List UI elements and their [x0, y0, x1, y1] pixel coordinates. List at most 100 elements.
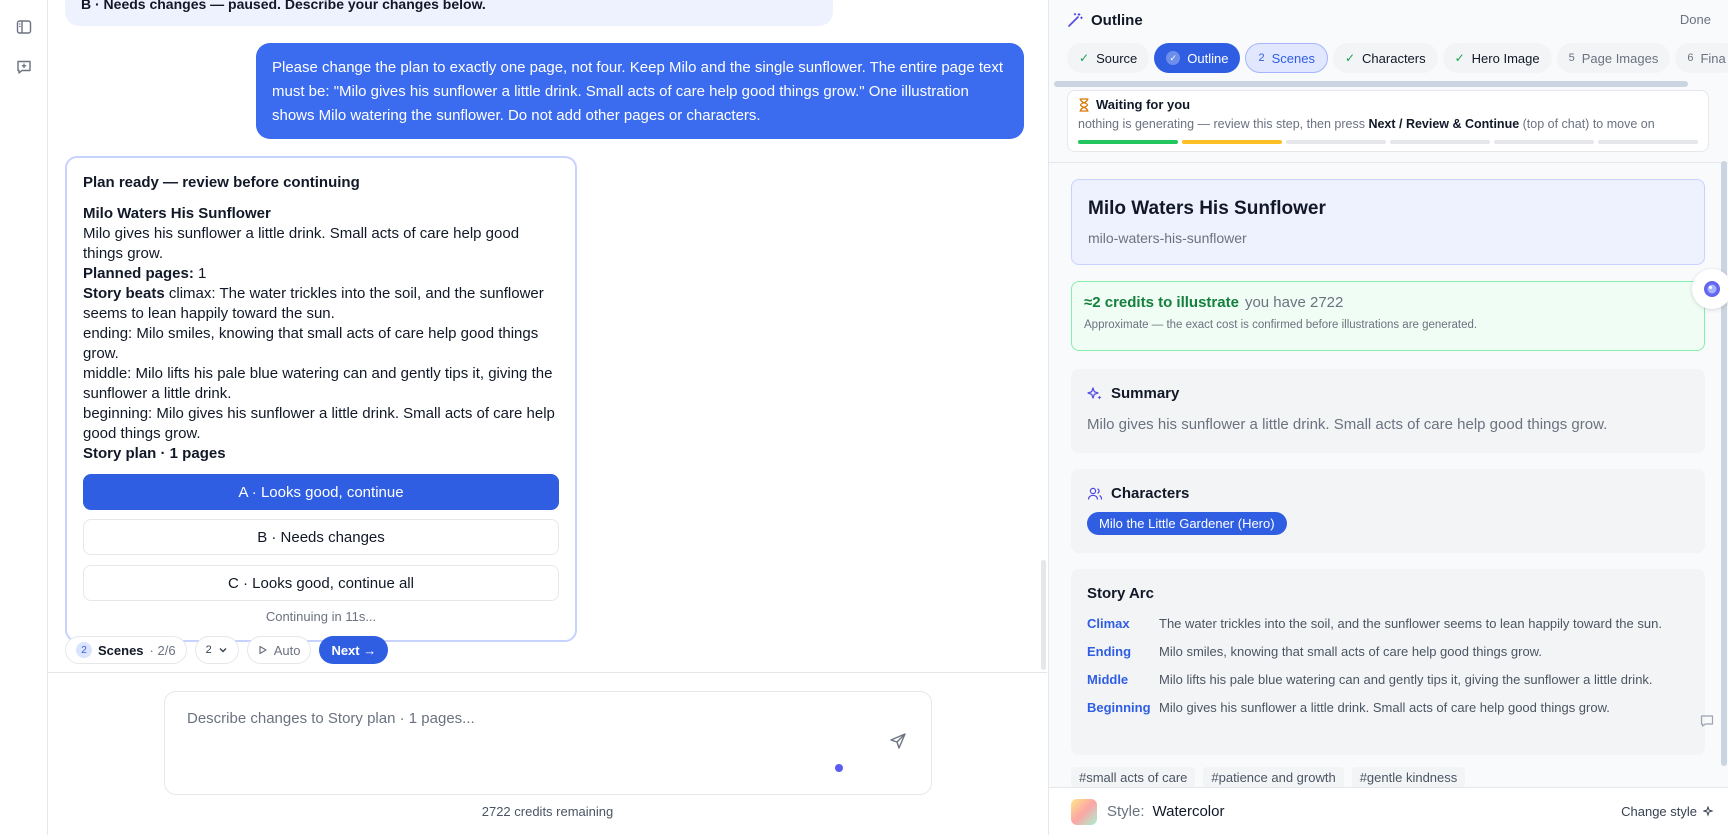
- plan-summary: Milo gives his sunflower a little drink.…: [83, 225, 520, 262]
- scenes-step-pill[interactable]: 2 Scenes · 2/6: [65, 636, 187, 664]
- send-button[interactable]: [889, 732, 909, 752]
- check-icon: ✓: [1454, 51, 1465, 65]
- tab-page-images[interactable]: 5 Page Images: [1556, 43, 1671, 73]
- plan-card: Plan ready — review before continuing Mi…: [65, 156, 577, 642]
- story-arc-heading: Story Arc: [1087, 585, 1154, 602]
- check-icon: ✓: [1079, 51, 1090, 65]
- tab-scenes[interactable]: 2 Scenes: [1245, 43, 1328, 73]
- progress-segment: [1598, 140, 1698, 144]
- send-icon: [890, 733, 906, 749]
- outline-scrollbar[interactable]: [1721, 161, 1727, 766]
- arc-text: Milo lifts his pale blue watering can an…: [1159, 672, 1653, 687]
- progress-segments: [1078, 140, 1698, 144]
- tab-characters[interactable]: ✓ Characters: [1332, 43, 1438, 73]
- auto-label: Auto: [273, 642, 301, 658]
- option-c-button[interactable]: C · Looks good, continue all: [83, 565, 559, 601]
- style-bar: Style: Watercolor Change style: [1049, 787, 1728, 835]
- tag[interactable]: #patience and growth: [1203, 767, 1344, 787]
- tab-scenes-label: Scenes: [1271, 50, 1315, 66]
- message-icon: [1700, 715, 1714, 727]
- story-slug: milo-waters-his-sunflower: [1088, 230, 1247, 246]
- previous-message: B · Needs changes — paused. Describe you…: [65, 0, 833, 26]
- chat-scrollbar[interactable]: [1041, 560, 1046, 670]
- left-rail: [0, 0, 48, 835]
- tab-source[interactable]: ✓ Source: [1067, 43, 1150, 73]
- tab-page-images-label: Page Images: [1581, 50, 1659, 66]
- arc-row-beginning: Beginning Milo gives his sunflower a litt…: [1087, 700, 1689, 715]
- option-a-button[interactable]: A · Looks good, continue: [83, 474, 559, 510]
- assistant-orb-button[interactable]: [1692, 269, 1728, 309]
- side-feedback-button[interactable]: [1700, 714, 1716, 730]
- waiting-text-b: Next / Review & Continue: [1368, 117, 1520, 131]
- credits-note: Approximate — the exact cost is confirme…: [1084, 319, 1478, 331]
- summary-text: Milo gives his sunflower a little drink.…: [1087, 416, 1608, 433]
- plan-body: Milo Waters His Sunflower Milo gives his…: [83, 204, 559, 464]
- auto-button[interactable]: Auto: [246, 636, 312, 664]
- theme-tags: #small acts of care #patience and growth…: [1071, 767, 1466, 787]
- story-title-card: Milo Waters His Sunflower milo-waters-hi…: [1071, 179, 1705, 265]
- play-icon: [259, 645, 267, 655]
- waiting-title: Waiting for you: [1096, 97, 1191, 112]
- sparkles-icon: [1087, 386, 1102, 399]
- story-title: Milo Waters His Sunflower: [1088, 198, 1326, 219]
- tab-hero-image-label: Hero Image: [1471, 50, 1540, 66]
- done-button[interactable]: Done: [1680, 12, 1711, 27]
- tab-outline[interactable]: ✓ Outline: [1154, 43, 1241, 73]
- panel-title: Outline: [1091, 11, 1143, 29]
- credits-card: ≈2 credits to illustrate you have 2722 Ap…: [1071, 281, 1705, 351]
- message-plus-icon: [17, 60, 31, 74]
- hourglass-icon: [1079, 97, 1089, 112]
- tab-final[interactable]: 6 Fina: [1675, 43, 1728, 73]
- feedback-button[interactable]: [14, 57, 34, 77]
- progress-segment: [1286, 140, 1386, 144]
- arc-text: Milo smiles, knowing that small acts of …: [1159, 644, 1542, 659]
- assistant-orb-icon: [1704, 281, 1720, 297]
- check-circle-icon: ✓: [1166, 51, 1181, 65]
- progress-segment: [1494, 140, 1594, 144]
- magic-wand-icon: [1068, 12, 1083, 27]
- tab-page-images-num: 5: [1568, 52, 1575, 64]
- plan-footer: Story plan · 1 pages: [83, 445, 226, 462]
- status-dot: [835, 764, 843, 772]
- beat-ending: ending: Milo smiles, knowing that small …: [83, 325, 539, 362]
- credits-remaining: 2722 credits remaining: [481, 804, 614, 819]
- toggle-sidebar-button[interactable]: [14, 17, 34, 37]
- style-label: Style:: [1107, 803, 1145, 820]
- sparkles-icon: [1703, 805, 1714, 817]
- users-icon: [1087, 487, 1103, 500]
- next-button[interactable]: Next →: [319, 636, 389, 664]
- tag[interactable]: #small acts of care: [1071, 767, 1196, 787]
- credits-estimate: ≈2 credits to illustrate: [1084, 294, 1239, 311]
- character-chip[interactable]: Milo the Little Gardener (Hero): [1087, 512, 1287, 535]
- planned-pages-label: Planned pages:: [83, 265, 194, 282]
- sidebar-icon: [16, 20, 32, 34]
- arc-label: Beginning: [1087, 700, 1151, 715]
- arc-label: Climax: [1087, 616, 1130, 631]
- tabs-scrollbar[interactable]: [1054, 81, 1688, 87]
- plan-title: Milo Waters His Sunflower: [83, 205, 271, 222]
- summary-heading: Summary: [1111, 385, 1180, 402]
- waiting-text: nothing is generating — review this step…: [1078, 117, 1698, 131]
- option-b-button[interactable]: B · Needs changes: [83, 519, 559, 555]
- composer-input[interactable]: [187, 710, 827, 727]
- outline-panel: Outline Done ✓ Source ✓ Outline 2 Scenes ✓ C…: [1048, 0, 1728, 835]
- user-message: Please change the plan to exactly one pa…: [256, 43, 1024, 139]
- tab-scenes-num: 2: [1258, 52, 1265, 64]
- arc-row-ending: Ending Milo smiles, knowing that small ac…: [1087, 644, 1689, 659]
- tag[interactable]: #gentle kindness: [1351, 767, 1466, 787]
- progress-segment-done: [1078, 140, 1178, 144]
- beat-beginning: beginning: Milo gives his sunflower a li…: [83, 405, 555, 442]
- beat-middle: middle: Milo lifts his pale blue waterin…: [83, 365, 553, 402]
- arc-label: Ending: [1087, 644, 1132, 659]
- story-arc-section: Story Arc Climax The water trickles into …: [1071, 569, 1705, 755]
- characters-section: Characters Milo the Little Gardener (Her…: [1071, 469, 1705, 553]
- arc-row-middle: Middle Milo lifts his pale blue watering …: [1087, 672, 1689, 687]
- count-select[interactable]: 2: [194, 636, 239, 664]
- count-select-value: 2: [205, 644, 212, 656]
- tab-hero-image[interactable]: ✓ Hero Image: [1442, 43, 1552, 73]
- change-style-button[interactable]: Change style: [1621, 804, 1715, 819]
- chat-pane: B · Needs changes — paused. Describe you…: [48, 0, 1047, 835]
- outline-content: Milo Waters His Sunflower milo-waters-hi…: [1049, 162, 1728, 787]
- composer: [164, 691, 932, 795]
- story-beats-label: Story beats: [83, 285, 165, 302]
